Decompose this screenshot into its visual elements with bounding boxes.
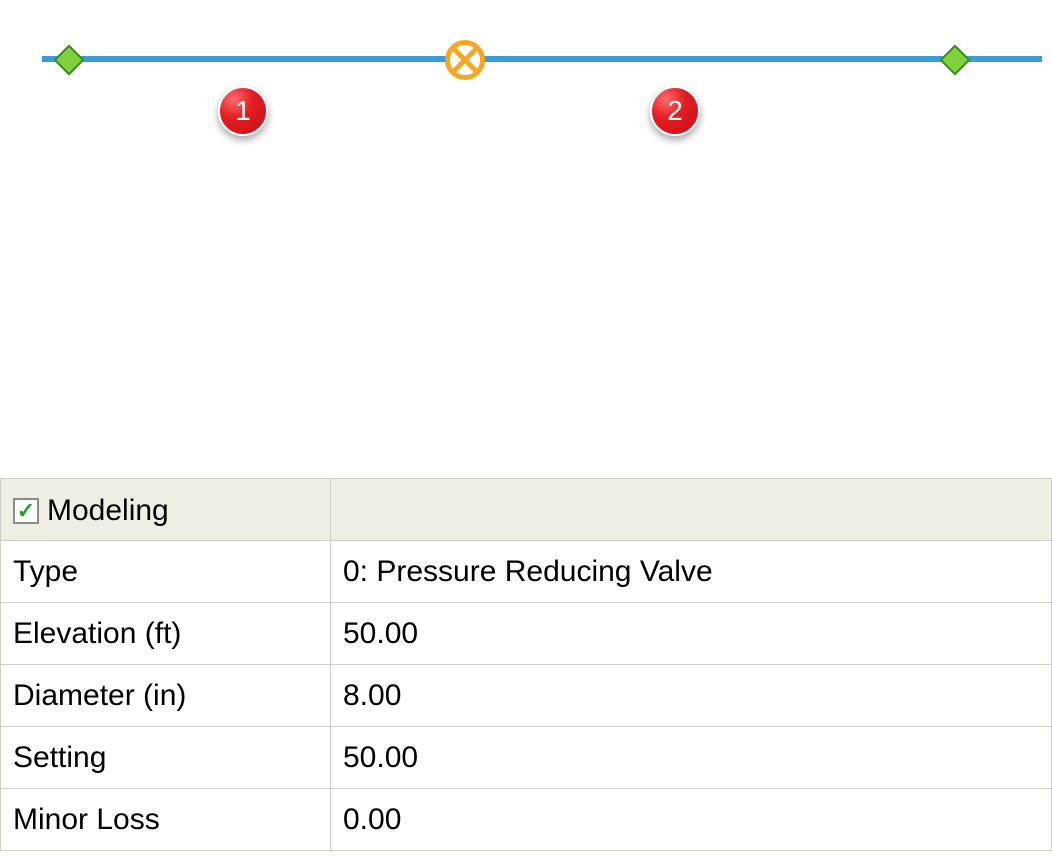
section-header-empty <box>331 479 1052 541</box>
property-value[interactable]: 8.00 <box>331 665 1052 727</box>
property-label: Minor Loss <box>1 789 331 851</box>
table-row: Minor Loss 0.00 <box>1 789 1052 851</box>
section-title: Modeling <box>47 494 169 528</box>
properties-table: ✓ Modeling Type 0: Pressure Reducing Val… <box>0 478 1052 851</box>
property-value[interactable]: 0.00 <box>331 789 1052 851</box>
property-value[interactable]: 50.00 <box>331 603 1052 665</box>
callout-badge-1: 1 <box>218 86 268 136</box>
table-row: Elevation (ft) 50.00 <box>1 603 1052 665</box>
pipe-segment[interactable] <box>42 56 1042 62</box>
property-label: Diameter (in) <box>1 665 331 727</box>
table-row: Diameter (in) 8.00 <box>1 665 1052 727</box>
property-label: Elevation (ft) <box>1 603 331 665</box>
junction-node-left[interactable] <box>56 47 80 71</box>
junction-node-right[interactable] <box>942 47 966 71</box>
table-header-row: ✓ Modeling <box>1 479 1052 541</box>
property-label: Type <box>1 541 331 603</box>
section-header-cell[interactable]: ✓ Modeling <box>1 479 331 541</box>
property-value[interactable]: 0: Pressure Reducing Valve <box>331 541 1052 603</box>
property-label: Setting <box>1 727 331 789</box>
valve-icon[interactable] <box>445 40 485 80</box>
callout-badge-2: 2 <box>650 86 700 136</box>
property-value[interactable]: 50.00 <box>331 727 1052 789</box>
check-icon: ✓ <box>17 500 35 522</box>
table-row: Type 0: Pressure Reducing Valve <box>1 541 1052 603</box>
table-row: Setting 50.00 <box>1 727 1052 789</box>
pipe-diagram: 1 2 <box>0 0 1052 180</box>
section-checkbox[interactable]: ✓ <box>13 498 39 524</box>
